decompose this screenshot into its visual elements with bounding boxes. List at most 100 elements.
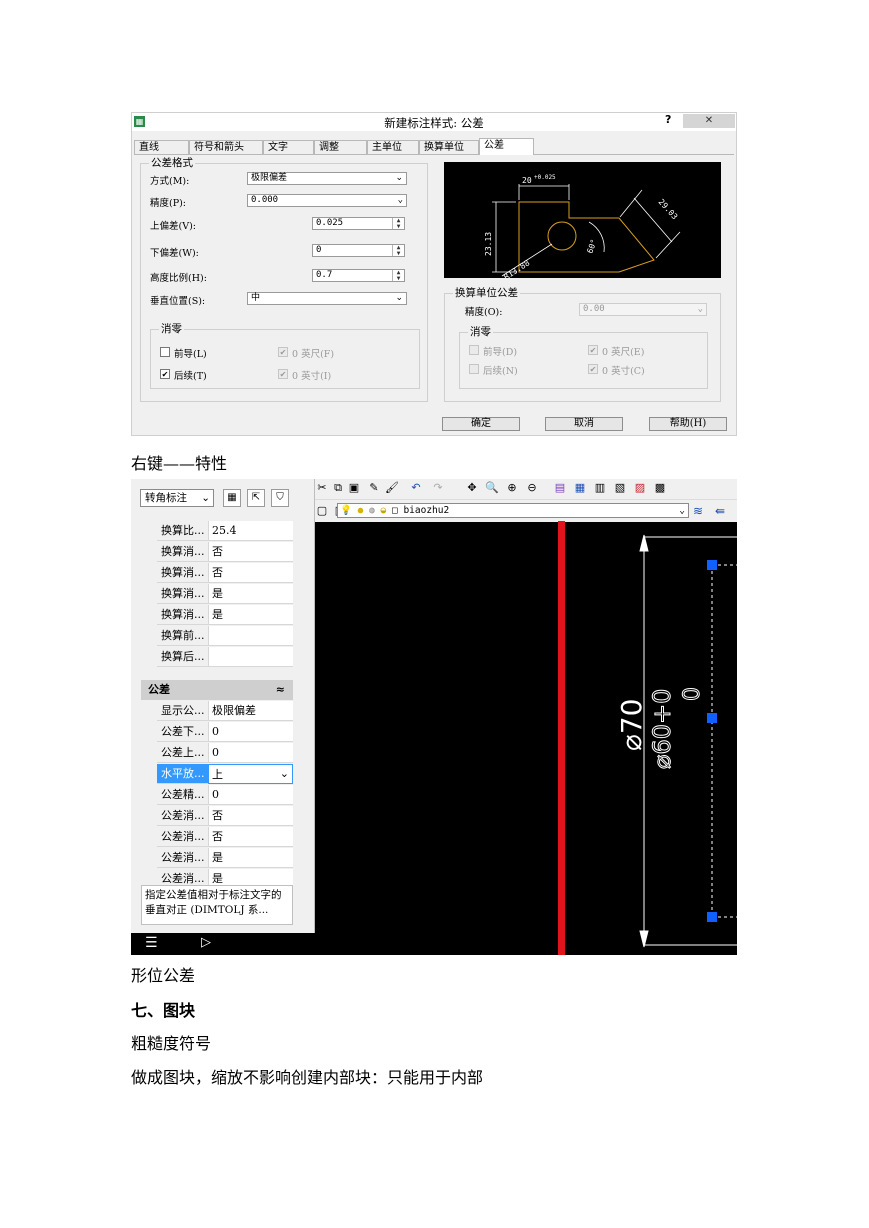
leading-checkbox[interactable] <box>160 347 170 357</box>
property-value[interactable]: 否 <box>208 563 293 583</box>
grip-handle[interactable] <box>707 713 717 723</box>
collapse-icon[interactable]: ≈ <box>276 680 285 700</box>
property-row[interactable]: 公差消... 否 <box>157 806 293 827</box>
quick-select-icon[interactable]: ⛉ <box>271 489 289 507</box>
grip-handle[interactable] <box>707 912 717 922</box>
tab-primary-units[interactable]: 主单位 <box>367 140 419 154</box>
property-row[interactable]: 换算前... <box>157 626 293 647</box>
property-row[interactable]: 显示公... 极限偏差 <box>157 701 293 722</box>
properties-palette: 转角标注 ⌄ ▦ ⇱ ⛉ 换算比... 25.4 换算消... 否换算消... 否换算消… <box>131 479 315 933</box>
redo-icon[interactable]: ↷ <box>431 481 445 495</box>
property-value[interactable]: 是 <box>208 848 293 868</box>
markup-icon[interactable]: ▨ <box>633 481 647 495</box>
property-value[interactable]: 否 <box>208 806 293 826</box>
property-row[interactable]: 水平放... 上 ⌄ <box>157 764 293 785</box>
spin-arrows-icon[interactable]: ▲ ▼ <box>392 270 404 281</box>
chevron-down-icon[interactable]: ⌄ <box>280 764 289 784</box>
property-value[interactable]: 极限偏差 <box>208 701 293 721</box>
property-value[interactable]: 25.4 <box>208 521 293 541</box>
property-value[interactable]: 是 <box>208 605 293 625</box>
preview-dim-top: 20 <box>522 176 532 185</box>
property-row[interactable]: 公差精... 0 <box>157 785 293 806</box>
property-value[interactable]: 0 <box>208 722 293 742</box>
tab-symbols-arrows[interactable]: 符号和箭头 <box>189 140 263 154</box>
tab-text[interactable]: 文字 <box>263 140 314 154</box>
property-value[interactable] <box>208 626 293 646</box>
vertical-position-value: 中 <box>251 293 261 303</box>
property-row[interactable]: 换算后... <box>157 647 293 668</box>
layer-previous-icon[interactable]: ⇚ <box>715 504 725 518</box>
cut-icon[interactable]: ✂ <box>315 481 329 495</box>
grip-handle[interactable] <box>707 560 717 570</box>
tolerance-section-header[interactable]: 公差 ≈ <box>141 680 293 700</box>
undo-icon[interactable]: ↶ <box>409 481 423 495</box>
spin-arrows-icon[interactable]: ▲ ▼ <box>392 218 404 229</box>
menu-icon[interactable]: ☰ <box>145 935 158 951</box>
property-value[interactable]: 0 <box>208 785 293 805</box>
property-key: 公差下... <box>157 722 208 742</box>
zoom-realtime-icon[interactable]: 🔍 <box>485 481 499 495</box>
dialog-title: 新建标注样式: 公差 <box>384 116 484 130</box>
match-properties-icon[interactable]: ✎ <box>367 481 381 495</box>
upper-value: 0.025 <box>316 218 344 228</box>
select-objects-icon[interactable]: ⇱ <box>247 489 265 507</box>
alt-inches-label: 0 英寸(C) <box>602 366 645 377</box>
close-button[interactable]: ✕ <box>683 114 735 128</box>
property-value[interactable] <box>208 647 293 667</box>
object-type-select[interactable]: 转角标注 ⌄ <box>140 489 214 507</box>
property-row[interactable]: 换算消... 是 <box>157 605 293 626</box>
zoom-previous-icon[interactable]: ⊖ <box>525 481 539 495</box>
property-value[interactable]: 是 <box>208 584 293 604</box>
property-row[interactable]: 公差消... 否 <box>157 827 293 848</box>
alt-feet-label: 0 英尺(E) <box>602 347 645 358</box>
zoom-window-icon[interactable]: ⊕ <box>505 481 519 495</box>
height-scale-spinner[interactable]: 0.7 ▲ ▼ <box>312 269 405 282</box>
method-select[interactable]: 极限偏差 ⌄ <box>247 172 407 185</box>
cancel-button[interactable]: 取消 <box>545 417 623 431</box>
precision-select[interactable]: 0.000 ⌄ <box>247 194 407 207</box>
property-value[interactable]: 否 <box>208 827 293 847</box>
part-hole <box>547 221 577 251</box>
property-row[interactable]: 公差上... 0 <box>157 743 293 764</box>
tool-palettes-icon[interactable]: ▥ <box>593 481 607 495</box>
feet-checkbox: ✔ <box>278 347 288 357</box>
property-row[interactable]: 公差下... 0 <box>157 722 293 743</box>
layer-state-icon[interactable]: ≋ <box>693 504 703 518</box>
tab-tolerances[interactable]: 公差 <box>479 138 534 155</box>
command-arrow-icon[interactable]: ▷ <box>201 935 211 950</box>
lower-value-spinner[interactable]: 0 ▲ ▼ <box>312 244 405 257</box>
tab-fit[interactable]: 调整 <box>314 140 367 154</box>
property-row[interactable]: 换算消... 是 <box>157 584 293 605</box>
body-line-block: 做成图块，缩放不影响创建内部块：只能用于内部 <box>131 1068 484 1087</box>
property-value[interactable]: 否 <box>208 542 293 562</box>
spin-arrows-icon[interactable]: ▲ ▼ <box>392 245 404 256</box>
vertical-position-select[interactable]: 中 ⌄ <box>247 292 407 305</box>
trailing-checkbox[interactable]: ✔ <box>160 369 170 379</box>
sheet-set-icon[interactable]: ▧ <box>613 481 627 495</box>
drawing-canvas[interactable]: ⌀70 ⌀60+0 0 <box>314 521 737 955</box>
help-icon[interactable]: ? <box>665 113 671 126</box>
tab-lines[interactable]: 直线 <box>134 140 189 154</box>
properties-icon[interactable]: ▤ <box>553 481 567 495</box>
toggle-pickadd-icon[interactable]: ▦ <box>223 489 241 507</box>
pan-icon[interactable]: ✥ <box>465 481 479 495</box>
property-key: 水平放... <box>157 764 208 784</box>
tab-alternate-units[interactable]: 换算单位 <box>419 140 479 154</box>
calculator-icon[interactable]: ▩ <box>653 481 667 495</box>
help-button[interactable]: 帮助(H) <box>649 417 727 431</box>
design-center-icon[interactable]: ▦ <box>573 481 587 495</box>
property-row[interactable]: 换算消... 否 <box>157 563 293 584</box>
brush-icon[interactable]: 🖌 <box>385 481 399 495</box>
property-row[interactable]: 换算消... 否 <box>157 542 293 563</box>
paste-icon[interactable]: ▣ <box>347 481 361 495</box>
property-row[interactable]: 换算比... 25.4 <box>157 521 293 542</box>
copy-icon[interactable]: ⧉ <box>331 481 345 495</box>
ok-button[interactable]: 确定 <box>442 417 520 431</box>
red-centerline <box>558 521 565 955</box>
property-value[interactable]: 0 <box>208 743 293 763</box>
layer-select[interactable]: 💡 ● ◍ ◒ □ biaozhu2 ⌄ <box>337 503 689 518</box>
property-row[interactable]: 公差消... 是 <box>157 848 293 869</box>
block-icon[interactable]: ▢ <box>315 504 329 518</box>
precision-label: 精度(P): <box>150 198 187 209</box>
upper-value-spinner[interactable]: 0.025 ▲ ▼ <box>312 217 405 230</box>
